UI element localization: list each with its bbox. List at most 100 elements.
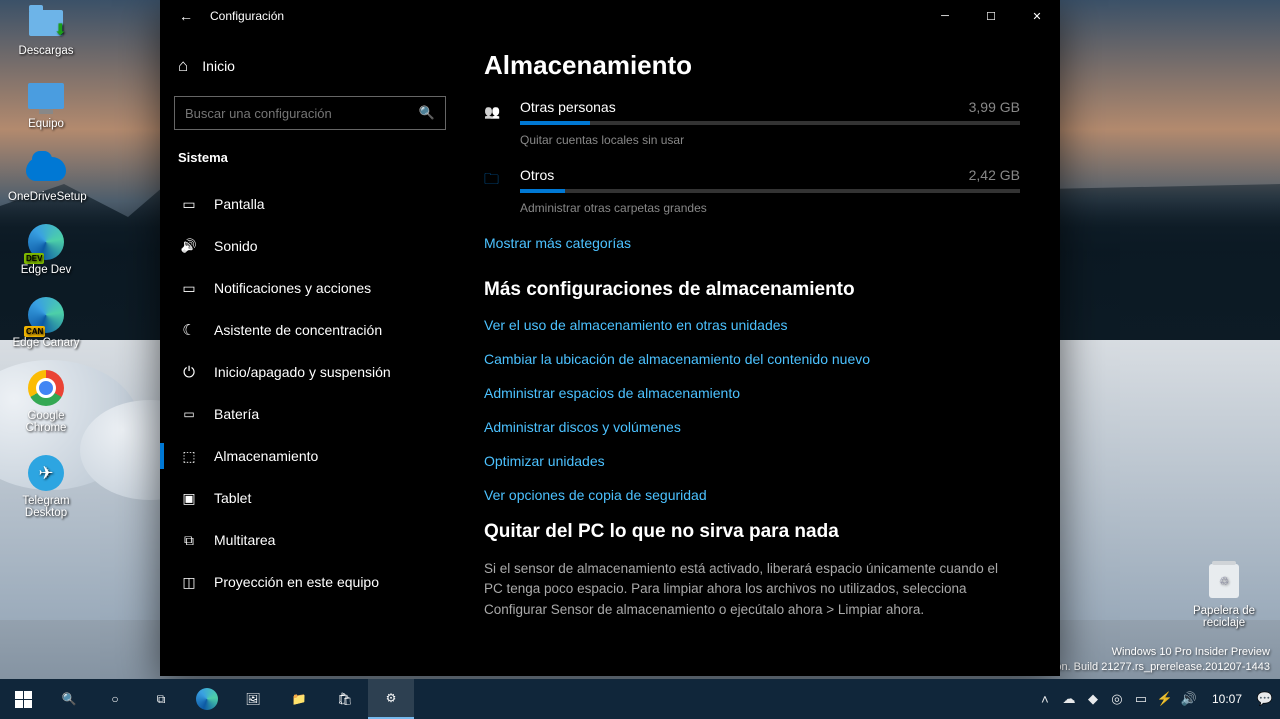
taskbar-app-store[interactable]: 🛍 xyxy=(322,679,368,719)
storage-hint: Administrar otras carpetas grandes xyxy=(520,201,1020,215)
storage-icon xyxy=(180,447,198,465)
display-icon xyxy=(180,195,198,213)
people-icon xyxy=(484,100,506,147)
home-button[interactable]: Inicio xyxy=(168,46,452,92)
desktop-icon-label: OneDriveSetup xyxy=(8,191,84,203)
search-input[interactable] xyxy=(185,106,419,121)
sidebar-item-proyeccion[interactable]: Proyección en este equipo xyxy=(168,561,452,603)
cleanup-description: Si el sensor de almacenamiento está acti… xyxy=(484,559,1020,620)
titlebar: ← Configuración ─ ☐ ✕ xyxy=(160,0,1060,32)
storage-bar xyxy=(520,121,1020,125)
storage-settings-link[interactable]: Ver opciones de copia de seguridad xyxy=(484,487,1020,503)
storage-category[interactable]: Otras personas 3,99 GB Quitar cuentas loc… xyxy=(484,99,1020,147)
cortana-button[interactable]: ○ xyxy=(92,679,138,719)
sidebar-item-label: Tablet xyxy=(214,490,251,506)
desktop-icon-telegram[interactable]: ✈ Telegram Desktop xyxy=(8,454,84,519)
section-label: Sistema xyxy=(168,148,452,183)
power-icon xyxy=(180,363,198,381)
desktop-icon-edge-dev[interactable]: DEV Edge Dev xyxy=(8,223,84,276)
taskbar-app-settings[interactable]: ⚙ xyxy=(368,679,414,719)
desktop-icon-label: Papelera de reciclaje xyxy=(1182,605,1266,629)
window-title: Configuración xyxy=(210,9,284,23)
page-heading: Almacenamiento xyxy=(484,50,1020,81)
desktop-icon-label: Descargas xyxy=(8,45,84,57)
notif-icon xyxy=(180,279,198,297)
storage-settings-link[interactable]: Cambiar la ubicación de almacenamiento d… xyxy=(484,351,1020,367)
multi-icon xyxy=(180,531,198,549)
storage-settings-link[interactable]: Ver el uso de almacenamiento en otras un… xyxy=(484,317,1020,333)
tray-volume-icon[interactable]: 🔊 xyxy=(1180,690,1198,708)
sidebar-item-pantalla[interactable]: Pantalla xyxy=(168,183,452,225)
desktop-icon-chrome[interactable]: Google Chrome xyxy=(8,369,84,434)
desktop-icon-recycle-bin[interactable]: ♲ Papelera de reciclaje xyxy=(1182,560,1266,629)
sound-icon xyxy=(180,237,198,255)
start-button[interactable] xyxy=(0,679,46,719)
storage-size: 2,42 GB xyxy=(969,167,1020,183)
taskbar-app-edge[interactable] xyxy=(184,679,230,719)
sidebar-item-label: Multitarea xyxy=(214,532,275,548)
action-center-icon[interactable]: 💬 xyxy=(1256,690,1274,708)
sidebar-item-label: Proyección en este equipo xyxy=(214,574,379,590)
sidebar-item-almacenamiento[interactable]: Almacenamiento xyxy=(168,435,452,477)
sidebar: Inicio 🔍 Sistema Pantalla Sonido Notificac… xyxy=(160,32,460,676)
sidebar-item-notificaciones[interactable]: Notificaciones y acciones xyxy=(168,267,452,309)
minimize-button[interactable]: ─ xyxy=(922,0,968,32)
tray-app-icon[interactable]: ◆ xyxy=(1084,690,1102,708)
project-icon xyxy=(180,573,198,591)
desktop-icon-label: Telegram Desktop xyxy=(8,495,84,519)
sidebar-item-label: Pantalla xyxy=(214,196,265,212)
sidebar-item-multitarea[interactable]: Multitarea xyxy=(168,519,452,561)
show-more-link[interactable]: Mostrar más categorías xyxy=(484,235,1020,251)
sidebar-item-bateria[interactable]: Batería xyxy=(168,393,452,435)
desktop-icon-label: Google Chrome xyxy=(8,410,84,434)
more-settings-heading: Más configuraciones de almacenamiento xyxy=(484,279,1020,301)
tray-battery-icon[interactable]: ▭ xyxy=(1132,690,1150,708)
storage-hint: Quitar cuentas locales sin usar xyxy=(520,133,1020,147)
sidebar-item-tablet[interactable]: Tablet xyxy=(168,477,452,519)
battery-icon xyxy=(180,405,198,423)
sidebar-item-label: Asistente de concentración xyxy=(214,322,382,338)
tray-onedrive-icon[interactable]: ☁ xyxy=(1060,690,1078,708)
desktop-icon-label: Edge Canary xyxy=(8,337,84,349)
focus-icon xyxy=(180,321,198,339)
desktop-icon-computer[interactable]: Equipo xyxy=(8,77,84,130)
taskbar-app-photos[interactable]: 🖼 xyxy=(230,679,276,719)
storage-category[interactable]: Otros 2,42 GB Administrar otras carpetas … xyxy=(484,167,1020,215)
home-icon xyxy=(178,56,188,76)
taskbar: 🔍 ○ ⧉ 🖼 📁 🛍 ⚙ ˄ ☁ ◆ ◎ ▭ ⚡ 🔊 10:07 💬 xyxy=(0,679,1280,719)
storage-name: Otras personas xyxy=(520,99,616,115)
home-label: Inicio xyxy=(202,58,235,74)
back-button[interactable]: ← xyxy=(168,8,204,24)
task-view-button[interactable]: ⧉ xyxy=(138,679,184,719)
sidebar-item-concentracion[interactable]: Asistente de concentración xyxy=(168,309,452,351)
sidebar-item-sonido[interactable]: Sonido xyxy=(168,225,452,267)
taskbar-search-button[interactable]: 🔍 xyxy=(46,679,92,719)
desktop-icon-edge-canary[interactable]: CAN Edge Canary xyxy=(8,296,84,349)
desktop-icon-onedrive[interactable]: OneDriveSetup xyxy=(8,150,84,203)
search-box[interactable]: 🔍 xyxy=(174,96,446,130)
maximize-button[interactable]: ☐ xyxy=(968,0,1014,32)
desktop-icon-downloads[interactable]: ⬇ Descargas xyxy=(8,4,84,57)
settings-window: ← Configuración ─ ☐ ✕ Inicio 🔍 Sistema P… xyxy=(160,0,1060,676)
tray-wifi-icon[interactable]: ⚡ xyxy=(1156,690,1174,708)
tray-chevron-up-icon[interactable]: ˄ xyxy=(1036,690,1054,708)
storage-settings-link[interactable]: Optimizar unidades xyxy=(484,453,1020,469)
storage-settings-link[interactable]: Administrar discos y volúmenes xyxy=(484,419,1020,435)
sidebar-item-energia[interactable]: Inicio/apagado y suspensión xyxy=(168,351,452,393)
storage-name: Otros xyxy=(520,167,554,183)
desktop-icon-label: Edge Dev xyxy=(8,264,84,276)
close-button[interactable]: ✕ xyxy=(1014,0,1060,32)
storage-size: 3,99 GB xyxy=(969,99,1020,115)
desktop-icons-column: ⬇ Descargas Equipo OneDriveSetup DEV Edg… xyxy=(8,4,104,539)
tray-location-icon[interactable]: ◎ xyxy=(1108,690,1126,708)
sidebar-item-label: Sonido xyxy=(214,238,258,254)
taskbar-clock[interactable]: 10:07 xyxy=(1204,692,1250,706)
sidebar-item-label: Almacenamiento xyxy=(214,448,318,464)
desktop-icon-label: Equipo xyxy=(8,118,84,130)
sidebar-item-label: Inicio/apagado y suspensión xyxy=(214,364,391,380)
sidebar-item-label: Batería xyxy=(214,406,259,422)
cleanup-heading: Quitar del PC lo que no sirva para nada xyxy=(484,521,1020,543)
taskbar-app-explorer[interactable]: 📁 xyxy=(276,679,322,719)
storage-settings-link[interactable]: Administrar espacios de almacenamiento xyxy=(484,385,1020,401)
storage-bar xyxy=(520,189,1020,193)
